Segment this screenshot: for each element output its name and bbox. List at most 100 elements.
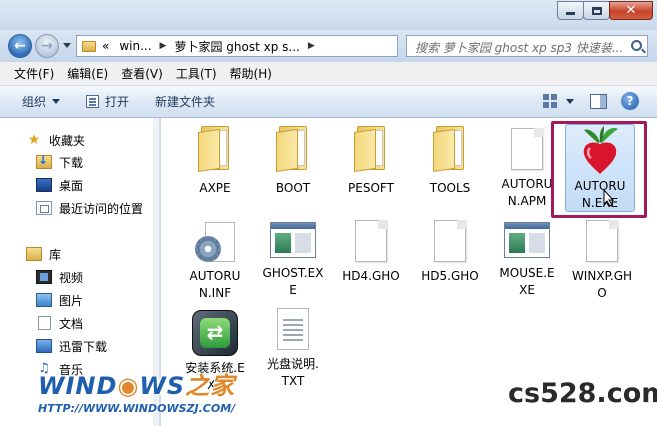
search-input[interactable]: 搜索 萝卜家园 ghost xp sp3 快速装...	[406, 35, 648, 57]
open-label: 打开	[105, 95, 130, 109]
folder-icon	[275, 126, 311, 172]
file-name: HD5.GHO	[421, 269, 479, 283]
chevron-right-icon[interactable]: ▶	[308, 41, 315, 51]
caption-buttons: ✕	[557, 1, 653, 20]
nav-desktop[interactable]: 桌面	[36, 175, 83, 195]
command-bar: 组织 打开 新建文件夹 ?	[0, 86, 657, 118]
preview-pane-icon[interactable]	[590, 93, 607, 109]
nav-desktop-label: 桌面	[59, 178, 84, 193]
menu-edit[interactable]: 编辑(E)	[67, 65, 108, 82]
application-icon	[504, 222, 550, 258]
menu-bar: 文件(F) 编辑(E) 查看(V) 工具(T) 帮助(H)	[0, 62, 657, 86]
blank-file-icon	[434, 220, 466, 262]
organize-button[interactable]: 组织	[22, 93, 61, 110]
blank-file-icon	[355, 220, 387, 262]
document-library-icon	[38, 316, 51, 330]
forward-button[interactable]: →	[35, 34, 59, 58]
minimize-button[interactable]	[557, 1, 584, 20]
close-button[interactable]: ✕	[609, 1, 653, 20]
nav-documents-label: 文档	[59, 316, 84, 331]
address-bar[interactable]: « win... ▶ 萝卜家园 ghost xp s... ▶ ⟳	[76, 35, 471, 57]
view-controls: ?	[541, 92, 639, 110]
file-item-ghost-exe[interactable]: GHOST.EXE	[255, 218, 331, 299]
file-item-disc-readme-txt[interactable]: 光盘说明.TXT	[255, 308, 331, 390]
folder-icon	[197, 126, 233, 172]
nav-downloads-label: 下载	[59, 155, 84, 170]
file-item-boot[interactable]: BOOT	[255, 126, 331, 197]
breadcrumb-current-folder[interactable]: 萝卜家园 ghost xp s...	[174, 38, 299, 55]
logo-text-zh: 之家	[185, 372, 236, 400]
blank-file-icon	[511, 128, 543, 170]
file-name: PESOFT	[348, 181, 394, 195]
back-button[interactable]: ←	[8, 34, 32, 58]
new-folder-label: 新建文件夹	[155, 95, 216, 109]
minimize-icon	[566, 12, 575, 15]
chevron-down-icon	[52, 99, 61, 104]
folder-icon	[353, 126, 389, 172]
file-item-hd5-gho[interactable]: HD5.GHO	[412, 220, 488, 285]
file-item-tools[interactable]: TOOLS	[412, 126, 488, 197]
file-item-mouse-exe[interactable]: MOUSE.EXE	[489, 218, 565, 299]
desktop-icon	[36, 178, 52, 192]
nav-downloads[interactable]: 下载	[36, 152, 83, 172]
file-name: MOUSE.EXE	[499, 266, 555, 297]
nav-xunlei-downloads[interactable]: 迅雷下载	[36, 336, 107, 356]
file-name: HD4.GHO	[342, 269, 400, 283]
file-item-hd4-gho[interactable]: HD4.GHO	[333, 220, 409, 285]
recent-pages-dropdown-icon[interactable]	[63, 43, 71, 48]
file-name: GHOST.EXE	[262, 266, 324, 297]
nav-xunlei-label: 迅雷下载	[59, 339, 108, 354]
close-icon: ✕	[625, 3, 637, 18]
xunlei-download-icon	[36, 339, 52, 353]
folder-icon	[82, 40, 96, 52]
organize-label: 组织	[22, 95, 47, 109]
star-icon: ★	[27, 132, 41, 148]
file-name: TOOLS	[429, 181, 471, 195]
file-name: AUTORUN.APM	[501, 177, 553, 208]
logo-text-tail: WS	[139, 372, 186, 400]
open-button[interactable]: 打开	[86, 93, 129, 110]
menu-help[interactable]: 帮助(H)	[230, 65, 272, 82]
menu-file[interactable]: 文件(F)	[14, 65, 54, 82]
nav-documents[interactable]: 文档	[36, 313, 83, 333]
nav-recent-label: 最近访问的位置	[59, 201, 144, 216]
file-name: AUTORUN.INF	[189, 269, 241, 300]
search-placeholder: 搜索 萝卜家园 ghost xp sp3 快速装...	[415, 41, 624, 55]
maximize-button[interactable]	[583, 1, 610, 20]
chevron-right-icon[interactable]: ▶	[160, 41, 167, 51]
help-icon[interactable]: ?	[621, 92, 639, 110]
file-name: WINXP.GHO	[571, 269, 633, 300]
file-item-winxp-gho[interactable]: WINXP.GHO	[564, 220, 640, 302]
annotation-highlight-box	[551, 121, 647, 218]
breadcrumb-win[interactable]: win...	[119, 39, 151, 53]
logo-text-main: WIND	[38, 372, 118, 400]
new-folder-button[interactable]: 新建文件夹	[155, 93, 215, 110]
nav-favorites[interactable]: ★ 收藏夹	[26, 130, 85, 150]
blank-file-icon	[586, 220, 618, 262]
picture-library-icon	[36, 293, 52, 307]
nav-videos[interactable]: 视频	[36, 267, 83, 287]
address-row: ← → « win... ▶ 萝卜家园 ghost xp s... ▶ ⟳ 搜索…	[0, 30, 657, 62]
menu-view[interactable]: 查看(V)	[121, 65, 163, 82]
breadcrumb-overflow[interactable]: «	[102, 39, 109, 53]
settings-file-icon	[193, 222, 237, 266]
recent-places-icon	[36, 201, 52, 215]
file-item-pesoft[interactable]: PESOFT	[333, 126, 409, 197]
windows-flag-icon: ◉	[117, 372, 140, 400]
site-watermark: cs528.com	[508, 378, 657, 409]
file-item-axpe[interactable]: AXPE	[177, 126, 253, 197]
nav-videos-label: 视频	[59, 270, 84, 285]
nav-favorites-label: 收藏夹	[49, 133, 86, 148]
change-view-icon[interactable]	[541, 92, 559, 110]
nav-pictures-label: 图片	[59, 293, 84, 308]
windowszj-logo: WIND◉WS之家	[38, 366, 248, 406]
file-item-autorun-inf[interactable]: AUTORUN.INF	[177, 222, 253, 302]
nav-recent-places[interactable]: 最近访问的位置	[36, 198, 143, 218]
nav-libraries[interactable]: 库	[26, 244, 61, 264]
sync-icon: ⇄	[192, 310, 238, 356]
nav-pictures[interactable]: 图片	[36, 290, 83, 310]
chevron-down-icon[interactable]	[566, 98, 574, 104]
menu-tools[interactable]: 工具(T)	[176, 65, 217, 82]
video-library-icon	[36, 270, 52, 284]
search-icon[interactable]	[631, 40, 642, 51]
